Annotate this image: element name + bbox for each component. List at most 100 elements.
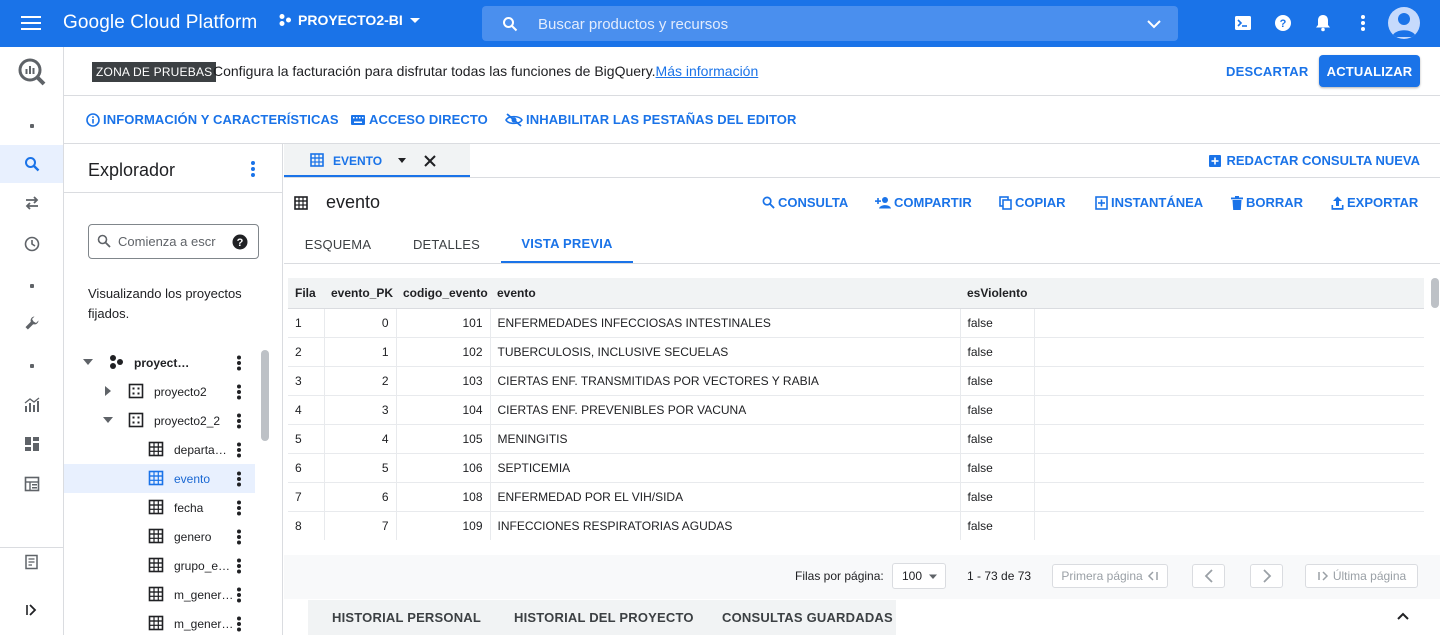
table-cell: MENINGITIS xyxy=(490,424,961,454)
prev-page-button[interactable] xyxy=(1192,564,1225,588)
snapshot-button[interactable]: INSTANTÁNEA xyxy=(1095,195,1203,210)
menu-icon[interactable] xyxy=(20,13,42,33)
tree-node-table[interactable]: fecha xyxy=(64,493,255,522)
last-page-button[interactable]: Última página xyxy=(1305,564,1418,588)
detail-tabs: ESQUEMA DETALLES VISTA PREVIA xyxy=(284,226,1440,264)
tree-node-project[interactable]: proyect… xyxy=(64,348,255,377)
tab-evento[interactable]: EVENTO xyxy=(284,144,470,177)
table-cell: 109 xyxy=(396,511,491,540)
explorer-search-input[interactable] xyxy=(118,234,218,249)
disable-editor-tabs-button[interactable]: INHABILITAR LAS PESTAÑAS DEL EDITOR xyxy=(505,112,797,127)
tree-node-dataset[interactable]: proyecto2 xyxy=(64,377,255,406)
tree-node-table[interactable]: departa… xyxy=(64,435,255,464)
brand-title[interactable]: Google Cloud Platform xyxy=(63,12,257,34)
tree-node-label: proyecto2 xyxy=(154,385,207,399)
table-row: 5 4 105 MENINGITIS false xyxy=(288,424,1424,454)
global-search[interactable] xyxy=(482,6,1178,41)
dismiss-button[interactable]: DESCARTAR xyxy=(1226,64,1308,79)
help-icon[interactable]: ? xyxy=(232,234,248,250)
rail-clock-icon[interactable] xyxy=(22,234,42,254)
project-selector[interactable]: PROYECTO2-BI xyxy=(278,12,421,28)
query-button[interactable]: CONSULTA xyxy=(762,195,848,210)
tree-node-label: m_gener… xyxy=(174,588,234,602)
keyboard-icon xyxy=(351,114,365,125)
preview-scrollbar[interactable] xyxy=(1431,278,1439,308)
search-input[interactable] xyxy=(538,14,1098,34)
query-label: CONSULTA xyxy=(778,195,849,210)
next-page-button[interactable] xyxy=(1250,564,1283,588)
table-cell-filler xyxy=(1034,366,1424,396)
expand-more-icon[interactable] xyxy=(82,356,94,368)
share-button[interactable]: COMPARTIR xyxy=(875,195,972,210)
tree-node-table[interactable]: evento xyxy=(64,464,255,493)
chevron-right-icon[interactable] xyxy=(102,385,114,397)
tree-node-table[interactable]: grupo_e… xyxy=(64,551,255,580)
preview-grid: Fila evento_PK codigo_evento evento esViolen… xyxy=(288,278,1424,540)
pinned-projects-note: Visualizando los proyectos fijados. xyxy=(88,286,242,321)
close-icon[interactable] xyxy=(423,154,437,168)
tree-node-table[interactable]: m_gener… xyxy=(64,609,255,635)
more-vert-icon[interactable] xyxy=(236,384,242,400)
explorer-search[interactable]: ? xyxy=(88,224,259,259)
table-cell: 6 xyxy=(288,453,325,483)
delete-button[interactable]: BORRAR xyxy=(1231,195,1303,210)
rail-dashboard-icon[interactable] xyxy=(22,434,42,454)
caret-down-icon[interactable] xyxy=(397,157,407,165)
expand-more-icon[interactable] xyxy=(102,414,114,426)
more-vert-icon[interactable] xyxy=(236,442,242,458)
bigquery-logo-icon[interactable] xyxy=(17,57,47,87)
tree-node-label: m_gener… xyxy=(174,617,234,631)
first-page-button[interactable]: Primera página xyxy=(1052,564,1168,588)
more-vert-icon[interactable] xyxy=(236,355,242,371)
more-vert-icon[interactable] xyxy=(236,413,242,429)
rail-search-icon[interactable] xyxy=(22,154,42,174)
tree-node-table[interactable]: genero xyxy=(64,522,255,551)
rail-transfer-icon[interactable] xyxy=(22,193,42,213)
dataset-icon xyxy=(128,412,144,428)
rail-wrench-icon[interactable] xyxy=(22,313,42,333)
more-info-link[interactable]: Más información xyxy=(656,63,759,79)
tab-details[interactable]: DETALLES xyxy=(392,226,501,263)
more-vert-icon[interactable] xyxy=(236,558,242,574)
tab-project-history[interactable]: HISTORIAL DEL PROYECTO xyxy=(514,610,694,625)
tab-personal-history[interactable]: HISTORIAL PERSONAL xyxy=(332,610,481,625)
rail-table-icon[interactable] xyxy=(22,474,42,494)
explorer-panel: Explorador ? Visualizando los proyectos … xyxy=(64,144,283,635)
table-icon xyxy=(148,615,164,631)
shortcut-button[interactable]: ACCESO DIRECTO xyxy=(350,112,488,127)
rail-expand-icon[interactable] xyxy=(22,600,42,620)
explorer-scrollbar[interactable] xyxy=(261,350,269,441)
more-vert-icon[interactable] xyxy=(236,587,242,603)
tree-node-dataset[interactable]: proyecto2_2 xyxy=(64,406,255,435)
info-features-button[interactable]: INFORMACIÓN Y CARACTERÍSTICAS xyxy=(86,112,339,127)
copy-button[interactable]: COPIAR xyxy=(999,195,1066,210)
upgrade-button[interactable]: ACTUALIZAR xyxy=(1319,55,1420,87)
compose-query-button[interactable]: REDACTAR CONSULTA NUEVA xyxy=(1208,153,1420,168)
more-vert-icon[interactable] xyxy=(1352,12,1374,34)
tab-saved-queries[interactable]: CONSULTAS GUARDADAS xyxy=(722,610,893,625)
more-vert-icon[interactable] xyxy=(236,616,242,632)
notifications-icon[interactable] xyxy=(1312,12,1334,34)
tab-schema[interactable]: ESQUEMA xyxy=(284,226,392,263)
export-button[interactable]: EXPORTAR xyxy=(1331,195,1418,210)
rail-analytics-icon[interactable] xyxy=(22,395,42,415)
cloud-shell-icon[interactable] xyxy=(1232,12,1254,34)
account-avatar[interactable] xyxy=(1388,7,1420,39)
rail-release-notes-icon[interactable] xyxy=(22,552,42,572)
chevron-up-icon[interactable] xyxy=(1396,611,1410,621)
search-icon xyxy=(97,234,111,248)
column-header: Fila xyxy=(288,278,324,309)
explorer-more-vert-icon[interactable] xyxy=(250,160,256,178)
rows-per-page-select[interactable]: 100 xyxy=(892,563,946,589)
more-vert-icon[interactable] xyxy=(236,471,242,487)
copy-icon xyxy=(999,195,1012,210)
table-cell-filler xyxy=(1034,453,1424,483)
help-icon[interactable]: ? xyxy=(1272,12,1294,34)
more-vert-icon[interactable] xyxy=(236,529,242,545)
tab-preview[interactable]: VISTA PREVIA xyxy=(501,226,633,263)
chevron-down-icon[interactable] xyxy=(1146,17,1162,31)
table-cell-filler xyxy=(1034,482,1424,512)
tree-node-table[interactable]: m_gener… xyxy=(64,580,255,609)
top-bar: Google Cloud Platform PROYECTO2-BI ? xyxy=(0,0,1440,47)
more-vert-icon[interactable] xyxy=(236,500,242,516)
